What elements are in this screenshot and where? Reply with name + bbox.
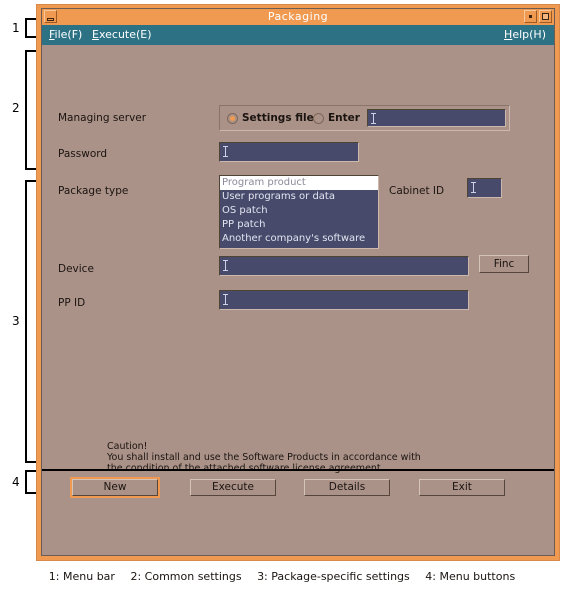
caution-line-1: You shall install and use the Software P… [107, 452, 421, 463]
title-bar[interactable]: Packaging [42, 9, 554, 25]
menu-bar: File(F) Execute(E) Help(H) [42, 25, 554, 45]
bracket-label-1: 1 [12, 21, 20, 35]
new-button[interactable]: New [70, 477, 160, 498]
section-separator-3-4 [42, 469, 554, 471]
pp-id-label: PP ID [58, 297, 86, 309]
text-caret [471, 182, 476, 193]
device-input[interactable] [219, 256, 469, 276]
application-window: Packaging File(F) Execute(E) Help(H) Man… [36, 4, 560, 561]
minimize-dot-glyph [529, 15, 532, 18]
radio-settings-file-label[interactable]: Settings file [242, 112, 314, 124]
list-item[interactable]: PP patch [220, 218, 378, 232]
managing-server-radio-group: Settings file Enter [219, 105, 510, 131]
legend-item-2: 2: Common settings [130, 570, 242, 583]
client-area: Managing server Settings file Enter Pass… [42, 45, 554, 555]
window-minimize-icon[interactable] [524, 10, 537, 23]
cabinet-id-input[interactable] [467, 178, 502, 198]
menu-item-file-label: ile(F) [54, 28, 83, 41]
execute-button[interactable]: Execute [190, 479, 276, 496]
text-caret [223, 260, 228, 271]
radio-enter[interactable] [313, 113, 324, 124]
text-caret [371, 113, 376, 124]
bracket-label-2: 2 [12, 101, 20, 115]
managing-server-input[interactable] [367, 109, 506, 127]
legend-item-4: 4: Menu buttons [425, 570, 516, 583]
legend-item-1: 1: Menu bar [48, 570, 115, 583]
managing-server-label: Managing server [58, 112, 147, 124]
window-inner-frame: Packaging File(F) Execute(E) Help(H) Man… [41, 8, 555, 556]
find-button[interactable]: Finc [479, 255, 529, 273]
list-item[interactable]: User programs or data [220, 190, 378, 204]
menu-item-execute-label: xecute(E) [98, 28, 152, 41]
window-title: Packaging [267, 10, 329, 23]
text-caret [223, 146, 228, 157]
device-label: Device [58, 263, 94, 275]
package-type-label: Package type [58, 185, 129, 197]
exit-button[interactable]: Exit [419, 479, 505, 496]
radio-settings-file[interactable] [227, 113, 238, 124]
menu-item-help[interactable]: Help(H) [504, 28, 546, 41]
figure-legend: 1: Menu bar 2: Common settings 3: Packag… [0, 570, 564, 583]
package-type-listbox[interactable]: Program product User programs or data OS… [219, 175, 379, 249]
password-input[interactable] [219, 142, 359, 162]
caution-heading: Caution! [107, 441, 148, 452]
bracket-label-4: 4 [12, 475, 20, 489]
maximize-square-glyph [542, 13, 549, 20]
menu-item-help-label: elp(H) [512, 28, 546, 41]
menu-item-file[interactable]: File(F) [49, 28, 82, 41]
pp-id-input[interactable] [219, 290, 469, 310]
radio-enter-label[interactable]: Enter [328, 112, 360, 124]
password-label: Password [58, 148, 108, 160]
list-item[interactable]: OS patch [220, 204, 378, 218]
menu-item-execute[interactable]: Execute(E) [92, 28, 152, 41]
cabinet-id-label: Cabinet ID [389, 185, 445, 197]
details-button[interactable]: Details [304, 479, 390, 496]
window-maximize-icon[interactable] [539, 10, 552, 23]
list-item[interactable]: Program product [220, 176, 378, 190]
bracket-label-3: 3 [12, 314, 20, 328]
text-caret [223, 294, 228, 305]
list-item[interactable]: Another company's software [220, 232, 378, 246]
legend-item-3: 3: Package-specific settings [257, 570, 410, 583]
